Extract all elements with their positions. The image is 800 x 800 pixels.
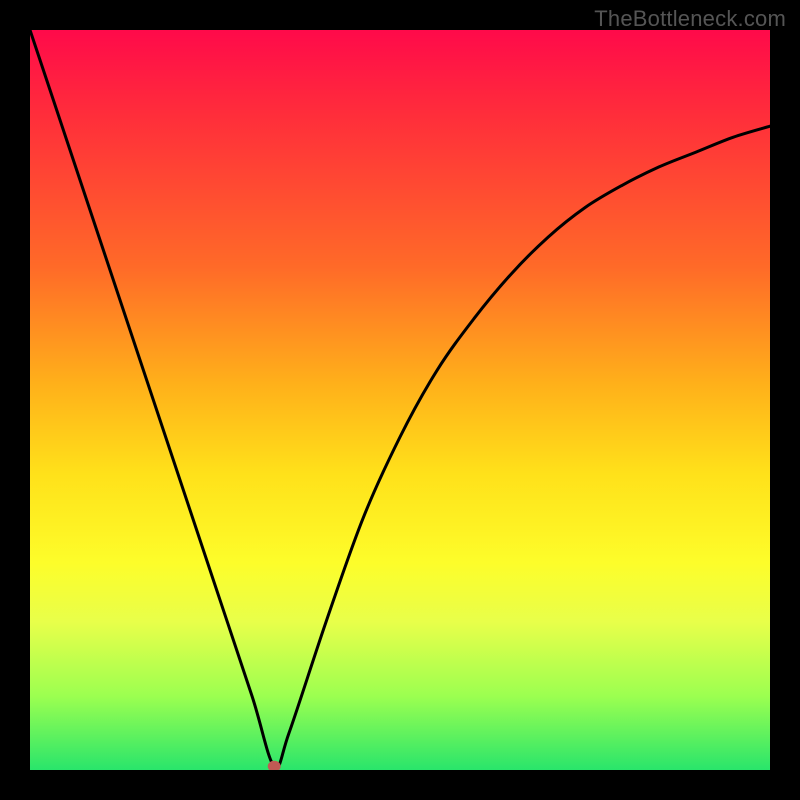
bottleneck-curve (30, 30, 770, 768)
chart-frame: TheBottleneck.com (0, 0, 800, 800)
bottleneck-plot (30, 30, 770, 770)
watermark: TheBottleneck.com (594, 6, 786, 32)
plot-area (30, 30, 770, 770)
optimal-point-marker (268, 761, 280, 770)
